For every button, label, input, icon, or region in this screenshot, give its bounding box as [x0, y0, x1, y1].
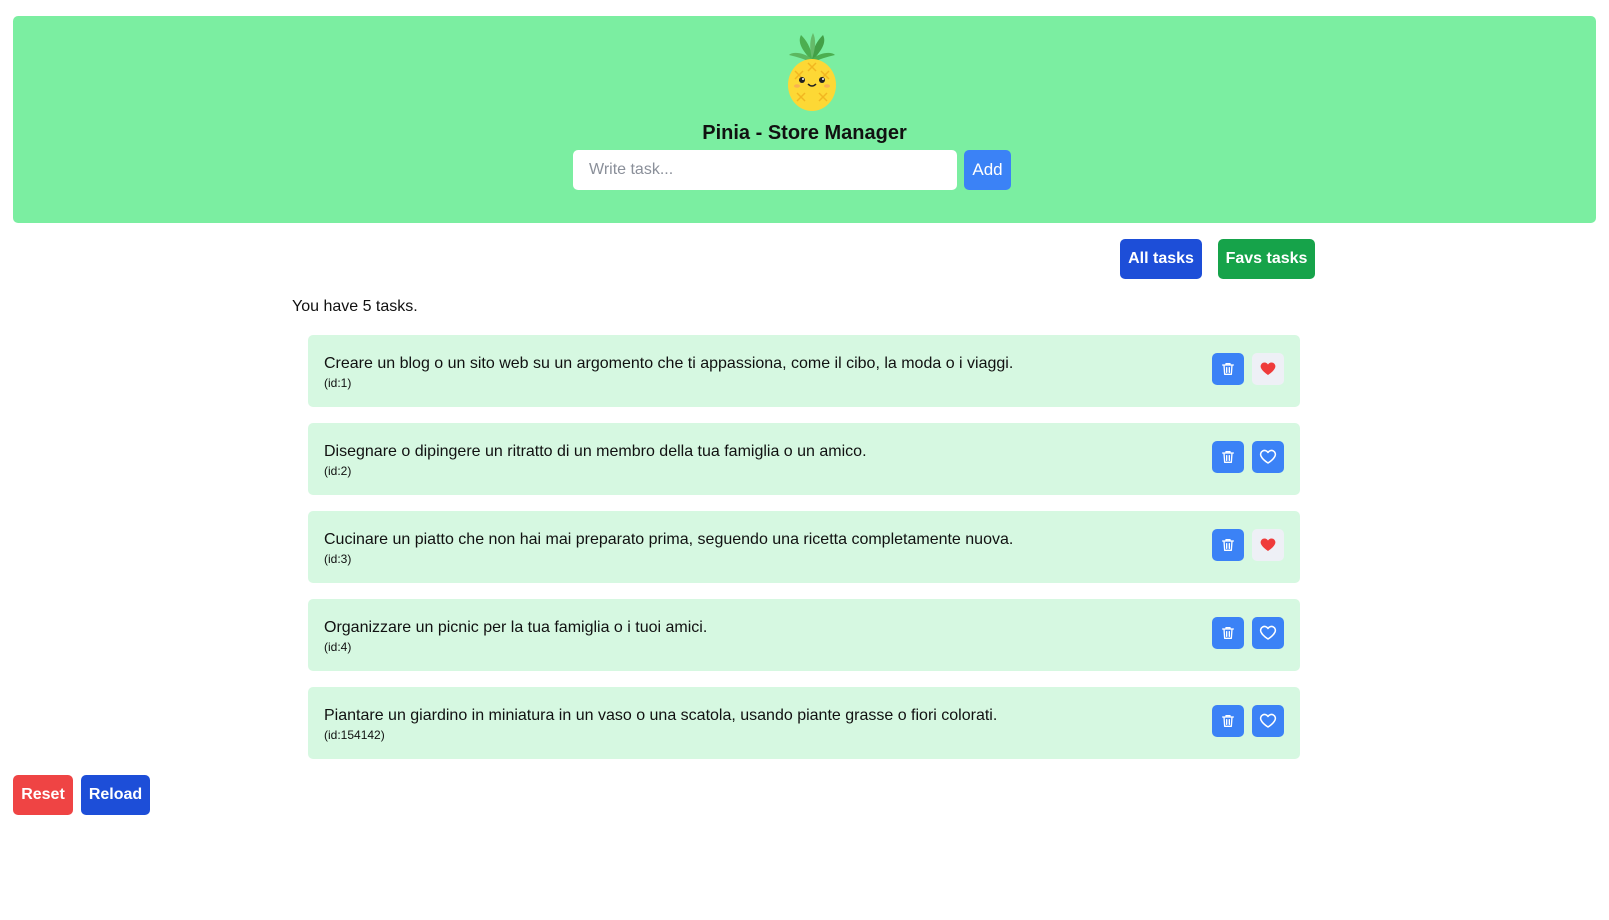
- task-id: (id:1): [324, 376, 352, 390]
- heart-outline-icon: [1259, 624, 1277, 642]
- favorite-task-button[interactable]: [1252, 617, 1284, 649]
- add-task-button[interactable]: Add: [964, 150, 1011, 190]
- trash-icon: [1220, 361, 1236, 377]
- trash-icon: [1220, 625, 1236, 641]
- favs-tasks-button[interactable]: Favs tasks: [1218, 239, 1315, 279]
- task-list: Creare un blog o un sito web su un argom…: [308, 335, 1300, 775]
- reload-button[interactable]: Reload: [81, 775, 150, 815]
- heart-outline-icon: [1259, 712, 1277, 730]
- trash-icon: [1220, 449, 1236, 465]
- delete-task-button[interactable]: [1212, 705, 1244, 737]
- task-count: You have 5 tasks.: [292, 298, 418, 315]
- favorite-task-button[interactable]: [1252, 529, 1284, 561]
- heart-filled-icon: [1259, 536, 1277, 554]
- task-text: Cucinare un piatto che non hai mai prepa…: [324, 531, 1014, 548]
- favorite-task-button[interactable]: [1252, 441, 1284, 473]
- heart-filled-icon: [1259, 360, 1277, 378]
- task-text: Organizzare un picnic per la tua famigli…: [324, 619, 708, 636]
- favorite-task-button[interactable]: [1252, 353, 1284, 385]
- task-id: (id:2): [324, 464, 352, 478]
- favorite-task-button[interactable]: [1252, 705, 1284, 737]
- pineapple-icon: [788, 33, 836, 111]
- reset-button[interactable]: Reset: [13, 775, 73, 815]
- task-item: Creare un blog o un sito web su un argom…: [308, 335, 1300, 407]
- task-item: Disegnare o dipingere un ritratto di un …: [308, 423, 1300, 495]
- task-item: Organizzare un picnic per la tua famigli…: [308, 599, 1300, 671]
- heart-outline-icon: [1259, 448, 1277, 466]
- task-text: Piantare un giardino in miniatura in un …: [324, 707, 998, 724]
- delete-task-button[interactable]: [1212, 617, 1244, 649]
- task-id: (id:4): [324, 640, 352, 654]
- task-text: Creare un blog o un sito web su un argom…: [324, 355, 1014, 372]
- page-title: Pinia - Store Manager: [702, 122, 907, 144]
- task-text: Disegnare o dipingere un ritratto di un …: [324, 443, 867, 460]
- task-item: Piantare un giardino in miniatura in un …: [308, 687, 1300, 759]
- task-id: (id:154142): [324, 728, 385, 742]
- trash-icon: [1220, 537, 1236, 553]
- delete-task-button[interactable]: [1212, 529, 1244, 561]
- delete-task-button[interactable]: [1212, 353, 1244, 385]
- task-id: (id:3): [324, 552, 352, 566]
- delete-task-button[interactable]: [1212, 441, 1244, 473]
- header-banner: Pinia - Store Manager jsjeady.com: [13, 16, 1596, 223]
- all-tasks-button[interactable]: All tasks: [1120, 239, 1202, 279]
- task-input[interactable]: [573, 150, 957, 190]
- task-item: Cucinare un piatto che non hai mai prepa…: [308, 511, 1300, 583]
- trash-icon: [1220, 713, 1236, 729]
